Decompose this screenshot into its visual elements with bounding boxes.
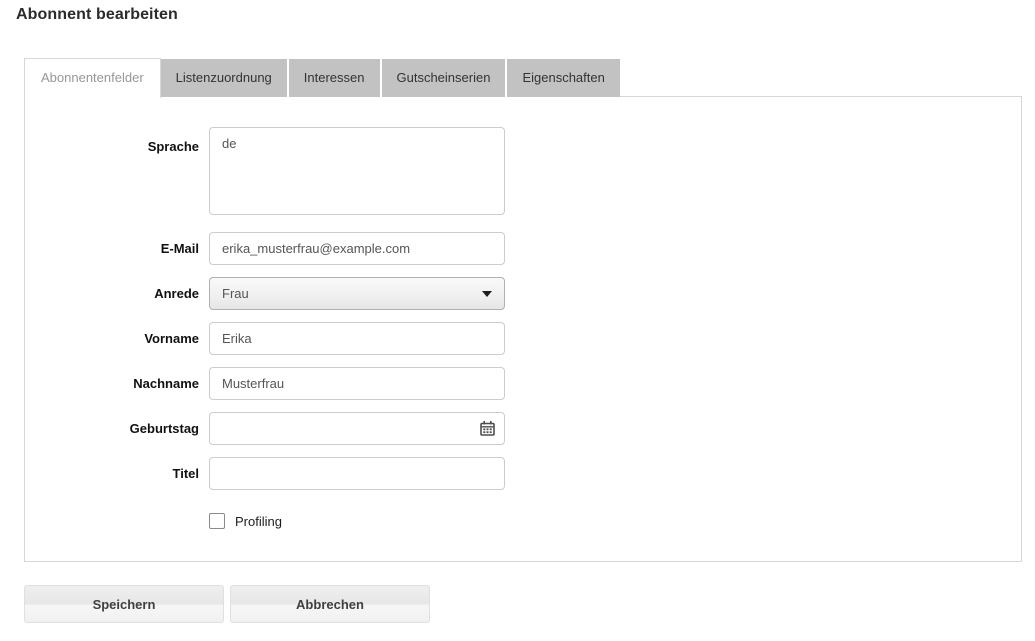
- tab-abonnentenfelder[interactable]: Abonnentenfelder: [24, 58, 161, 98]
- cancel-button[interactable]: Abbrechen: [230, 585, 430, 623]
- anrede-selected-value: Frau: [222, 286, 249, 301]
- profiling-label: Profiling: [235, 514, 282, 529]
- chevron-down-icon: [482, 291, 492, 297]
- form-row-vorname: Vorname: [25, 322, 1021, 355]
- action-button-bar: Speichern Abbrechen: [24, 585, 430, 623]
- sprache-textarea[interactable]: de: [209, 127, 505, 215]
- anrede-select[interactable]: Frau: [209, 277, 505, 310]
- calendar-icon[interactable]: [479, 420, 496, 437]
- profiling-checkbox[interactable]: [209, 513, 225, 529]
- form-row-titel: Titel: [25, 457, 1021, 490]
- geburtstag-label: Geburtstag: [25, 412, 209, 445]
- sprache-label: Sprache: [25, 127, 209, 220]
- tab-eigenschaften[interactable]: Eigenschaften: [507, 59, 619, 97]
- form-row-nachname: Nachname: [25, 367, 1021, 400]
- page-title: Abonnent bearbeiten: [16, 6, 178, 24]
- subscriber-form: Sprache de E-Mail Anrede Frau Vorname: [25, 97, 1021, 529]
- form-row-email: E-Mail: [25, 232, 1021, 265]
- nachname-field[interactable]: [209, 367, 505, 400]
- titel-label: Titel: [25, 457, 209, 490]
- save-button[interactable]: Speichern: [24, 585, 224, 623]
- tab-content-panel: Sprache de E-Mail Anrede Frau Vorname: [24, 96, 1022, 562]
- vorname-label: Vorname: [25, 322, 209, 355]
- tab-bar: Abonnentenfelder Listenzuordnung Interes…: [24, 58, 620, 97]
- tab-listenzuordnung[interactable]: Listenzuordnung: [161, 59, 289, 97]
- titel-field[interactable]: [209, 457, 505, 490]
- email-label: E-Mail: [25, 232, 209, 265]
- vorname-field[interactable]: [209, 322, 505, 355]
- anrede-label: Anrede: [25, 277, 209, 310]
- geburtstag-field[interactable]: [209, 412, 505, 445]
- tab-gutscheinserien[interactable]: Gutscheinserien: [382, 59, 508, 97]
- form-row-profiling: Profiling: [209, 513, 1021, 529]
- nachname-label: Nachname: [25, 367, 209, 400]
- form-row-anrede: Anrede Frau: [25, 277, 1021, 310]
- tab-interessen[interactable]: Interessen: [289, 59, 382, 97]
- email-field[interactable]: [209, 232, 505, 265]
- form-row-geburtstag: Geburtstag: [25, 412, 1021, 445]
- form-row-sprache: Sprache de: [25, 127, 1021, 220]
